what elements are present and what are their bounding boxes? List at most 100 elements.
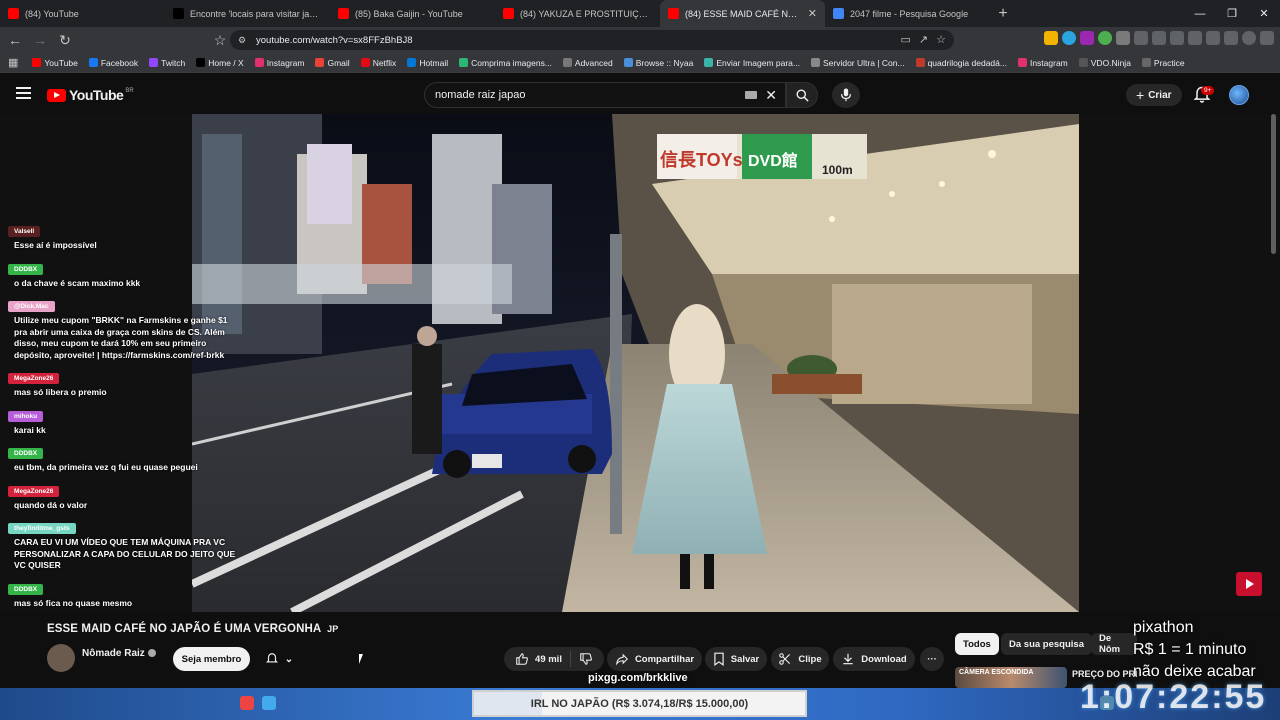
bookmark-page-icon[interactable]: ☆ bbox=[936, 33, 946, 46]
new-tab-button[interactable]: + bbox=[990, 0, 1016, 27]
address-bar[interactable]: ⚙ youtube.com/watch?v=sx8FFzBhBJ8 ▭ ↗ ☆ bbox=[230, 30, 954, 50]
back-icon[interactable]: ← bbox=[5, 30, 25, 50]
bookmark-item[interactable]: Advanced bbox=[562, 58, 613, 68]
youtube-logo[interactable]: YouTube BR bbox=[47, 87, 134, 103]
forward-icon[interactable]: → bbox=[30, 30, 50, 50]
download-label: Download bbox=[861, 653, 907, 665]
create-button[interactable]: + Criar bbox=[1126, 84, 1182, 106]
clear-search-icon[interactable]: ✕ bbox=[765, 87, 777, 104]
sidepanel-icon[interactable] bbox=[1188, 31, 1202, 45]
pixathon-overlay: pixathon R$ 1 = 1 minuto não deixe acaba… bbox=[1133, 617, 1256, 683]
share-page-icon[interactable]: ↗ bbox=[919, 33, 928, 46]
screen: (84) YouTube Encontre 'locais para visita… bbox=[0, 0, 1280, 720]
taskbar-app-icon[interactable] bbox=[240, 696, 254, 710]
browser-tab[interactable]: (84) ESSE MAID CAFÉ NO JAP ✕ bbox=[660, 0, 825, 27]
share-button[interactable]: Compartilhar bbox=[607, 647, 702, 671]
taskbar-app-icon[interactable] bbox=[262, 696, 276, 710]
thumbs-down-icon[interactable] bbox=[579, 652, 593, 666]
extension-icon[interactable] bbox=[1098, 31, 1112, 45]
reload-icon[interactable]: ↻ bbox=[55, 30, 75, 50]
close-window-icon[interactable]: ✕ bbox=[1248, 0, 1280, 27]
bookmark-item[interactable]: Enviar Imagem para... bbox=[704, 58, 800, 68]
bookmark-item[interactable]: Home / X bbox=[196, 58, 244, 68]
bookmark-item[interactable]: Practice bbox=[1141, 58, 1185, 68]
tab-favicon-icon bbox=[338, 8, 349, 19]
extension-icon[interactable] bbox=[1062, 31, 1076, 45]
restore-icon[interactable]: ❐ bbox=[1216, 0, 1248, 27]
browser-tab[interactable]: Encontre 'locais para visitar japão' no bbox=[165, 0, 330, 27]
like-button[interactable]: 49 mil bbox=[515, 652, 562, 666]
search-input[interactable]: nomade raiz japao ✕ bbox=[424, 82, 786, 108]
chat-username: DDDBX bbox=[8, 583, 44, 595]
chat-message: Valsell Esse aí é impossível bbox=[8, 220, 236, 252]
bookmark-item[interactable]: Browse :: Nyaa bbox=[623, 58, 693, 68]
media-icon[interactable] bbox=[1152, 31, 1166, 45]
tab-title: 2047 filme - Pesquisa Google bbox=[850, 8, 969, 19]
extension-icon[interactable] bbox=[1080, 31, 1094, 45]
cast-icon[interactable]: ▭ bbox=[901, 33, 911, 46]
bookmarks-bar: ▦ YouTube Facebook Twitch Home / X Instagram… bbox=[0, 53, 1280, 73]
bookmark-label: Netflix bbox=[372, 57, 397, 68]
close-tab-icon[interactable]: ✕ bbox=[808, 7, 817, 20]
chip-from-search[interactable]: Da sua pesquisa bbox=[1001, 633, 1092, 655]
bookmark-favicon-icon bbox=[407, 58, 417, 67]
minimize-icon[interactable]: — bbox=[1184, 0, 1216, 27]
bookmark-item[interactable]: YouTube bbox=[32, 58, 78, 68]
bookmark-item[interactable]: Comprima imagens... bbox=[459, 58, 552, 68]
video-frame[interactable]: 信長TOYs DVD館 100m bbox=[192, 114, 1079, 612]
save-button[interactable]: Salvar bbox=[705, 647, 767, 671]
pix-url-overlay: pixgg.com/brkklive bbox=[588, 672, 688, 684]
download-icon[interactable] bbox=[1206, 31, 1220, 45]
bookmark-item[interactable]: Instagram bbox=[254, 58, 304, 68]
download-button[interactable]: Download bbox=[833, 647, 915, 671]
bookmark-item[interactable]: quadrilogia dedadá... bbox=[915, 58, 1007, 68]
youtube-play-icon bbox=[47, 88, 66, 102]
menu-hamburger-icon[interactable] bbox=[16, 87, 31, 99]
search-button[interactable] bbox=[786, 82, 818, 108]
tab-favicon-icon bbox=[173, 8, 184, 19]
profile-icon[interactable] bbox=[1242, 31, 1256, 45]
account-avatar[interactable] bbox=[1229, 85, 1249, 105]
channel-name[interactable]: Nômade Raiz bbox=[82, 648, 156, 659]
browser-tab[interactable]: (85) Baka Gaijin - YouTube bbox=[330, 0, 495, 27]
apps-grid-icon[interactable]: ▦ bbox=[8, 56, 18, 69]
chat-username: mihoku bbox=[8, 410, 44, 422]
chat-message: theyfinditme_gsts CARA EU VI UM VÍDEO QUE… bbox=[8, 517, 236, 572]
bookmark-item[interactable]: Twitch bbox=[149, 58, 185, 68]
more-actions-button[interactable]: ··· bbox=[920, 647, 944, 671]
browser-tab[interactable]: (84) YAKUZA E PROSTITUIÇÃO NO JAP bbox=[495, 0, 660, 27]
voice-search-button[interactable] bbox=[832, 82, 860, 108]
join-button[interactable]: Seja membro bbox=[173, 647, 250, 671]
tab-title: (85) Baka Gaijin - YouTube bbox=[355, 8, 463, 19]
extension-icon[interactable] bbox=[1116, 31, 1130, 45]
chat-message: DDDBX mas só fica no quase mesmo bbox=[8, 578, 236, 610]
subscribe-notification-button[interactable]: ⌄ bbox=[254, 647, 304, 671]
keyboard-icon[interactable] bbox=[745, 91, 757, 99]
music-icon[interactable] bbox=[1170, 31, 1184, 45]
bookmark-item[interactable]: Servidor Ultra | Con... bbox=[810, 58, 905, 68]
clip-button[interactable]: Clipe bbox=[771, 647, 829, 671]
bookmark-item[interactable]: Gmail bbox=[315, 58, 350, 68]
shield-icon[interactable] bbox=[1224, 31, 1238, 45]
extension-icon[interactable] bbox=[1044, 31, 1058, 45]
site-info-icon[interactable]: ⚙ bbox=[238, 35, 248, 45]
bookmark-item[interactable]: Facebook bbox=[88, 58, 138, 68]
browser-tab[interactable]: 2047 filme - Pesquisa Google bbox=[825, 0, 990, 27]
channel-watermark[interactable] bbox=[1236, 572, 1262, 596]
browser-tab[interactable]: (84) YouTube bbox=[0, 0, 165, 27]
video-title-text: ESSE MAID CAFÉ NO JAPÃO É UMA VERGONHA bbox=[47, 623, 321, 635]
page-scrollbar[interactable] bbox=[1271, 114, 1276, 254]
chip-from-channel[interactable]: De Nôm bbox=[1091, 633, 1137, 655]
chip-all[interactable]: Todos bbox=[955, 633, 999, 655]
puzzle-icon[interactable] bbox=[1134, 31, 1148, 45]
bookmark-star-icon[interactable]: ☆ bbox=[210, 30, 230, 50]
recommended-thumbnail[interactable]: CÂMERA ESCONDIDA bbox=[955, 667, 1067, 688]
bookmark-item[interactable]: Hotmail bbox=[407, 58, 448, 68]
bookmark-item[interactable]: Instagram bbox=[1017, 58, 1068, 68]
channel-avatar[interactable] bbox=[47, 644, 75, 672]
chat-message: DDDBX o da chave é scam maximo kkk bbox=[8, 258, 236, 290]
thumbs-up-icon bbox=[516, 653, 528, 665]
bookmark-item[interactable]: Netflix bbox=[360, 57, 397, 68]
bookmark-item[interactable]: VDO.Ninja bbox=[1078, 58, 1131, 68]
menu-dots-icon[interactable] bbox=[1260, 31, 1274, 45]
